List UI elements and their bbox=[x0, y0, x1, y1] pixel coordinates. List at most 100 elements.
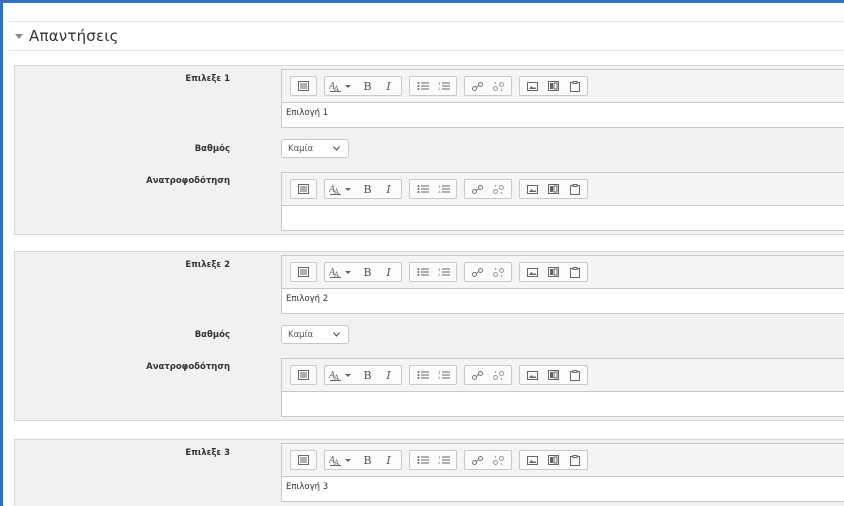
link-icon[interactable] bbox=[467, 180, 488, 198]
media-icon[interactable] bbox=[543, 263, 564, 281]
font-style-icon[interactable]: AA bbox=[327, 451, 357, 469]
unordered-list-icon[interactable] bbox=[412, 451, 433, 469]
answer-text: Επιλογή 1 bbox=[286, 108, 329, 118]
unordered-list-icon[interactable] bbox=[412, 180, 433, 198]
media-icon[interactable] bbox=[543, 180, 564, 198]
answer-editor[interactable]: AA B I 12 Επιλογή 1 bbox=[281, 69, 844, 128]
bold-button[interactable]: B bbox=[357, 263, 378, 281]
link-icon[interactable] bbox=[467, 451, 488, 469]
editor-toolbar: AA B I 12 bbox=[282, 359, 844, 391]
manage-files-icon[interactable] bbox=[564, 366, 585, 384]
bold-button[interactable]: B bbox=[357, 366, 378, 384]
feedback-label: Ανατροφοδότηση bbox=[146, 176, 230, 186]
media-icon[interactable] bbox=[543, 366, 564, 384]
italic-button[interactable]: I bbox=[378, 180, 399, 198]
media-icon[interactable] bbox=[543, 451, 564, 469]
svg-text:A: A bbox=[333, 374, 340, 381]
ordered-list-icon[interactable]: 12 bbox=[433, 263, 454, 281]
feedback-textarea[interactable] bbox=[282, 205, 844, 230]
bold-button[interactable]: B bbox=[357, 77, 378, 95]
bold-button[interactable]: B bbox=[357, 180, 378, 198]
grade-value: Καμία bbox=[288, 330, 314, 340]
answer-text: Επιλογή 2 bbox=[286, 294, 329, 304]
ordered-list-icon[interactable]: 12 bbox=[433, 451, 454, 469]
unlink-icon[interactable] bbox=[488, 263, 509, 281]
chevron-down-icon bbox=[333, 146, 340, 151]
media-icon[interactable] bbox=[543, 77, 564, 95]
toolbar-toggle-icon[interactable] bbox=[293, 180, 314, 198]
italic-button[interactable]: I bbox=[378, 451, 399, 469]
editor-toolbar: AA B I 12 bbox=[282, 70, 844, 102]
italic-button[interactable]: I bbox=[378, 366, 399, 384]
manage-files-icon[interactable] bbox=[564, 263, 585, 281]
answer-editor[interactable]: AA B I 12 Επιλογή 3 bbox=[281, 443, 844, 502]
italic-button[interactable]: I bbox=[378, 77, 399, 95]
editor-toolbar: AA B I 12 bbox=[282, 256, 844, 288]
unordered-list-icon[interactable] bbox=[412, 263, 433, 281]
link-icon[interactable] bbox=[467, 263, 488, 281]
choice-label: Επιλεξε 3 bbox=[185, 448, 230, 458]
font-style-icon[interactable]: AA bbox=[327, 263, 357, 281]
italic-button[interactable]: I bbox=[378, 263, 399, 281]
unlink-icon[interactable] bbox=[488, 180, 509, 198]
bold-button[interactable]: B bbox=[357, 451, 378, 469]
unlink-icon[interactable] bbox=[488, 451, 509, 469]
svg-text:2: 2 bbox=[438, 460, 441, 465]
editor-toolbar: AA B I 12 bbox=[282, 444, 844, 476]
svg-text:2: 2 bbox=[438, 86, 441, 91]
chevron-down-icon bbox=[333, 332, 340, 337]
manage-files-icon[interactable] bbox=[564, 180, 585, 198]
link-icon[interactable] bbox=[467, 366, 488, 384]
feedback-editor[interactable]: AA B I 12 bbox=[281, 172, 844, 231]
unordered-list-icon[interactable] bbox=[412, 366, 433, 384]
choice-label: Επιλεξε 2 bbox=[185, 260, 230, 270]
svg-text:A: A bbox=[333, 85, 340, 92]
answers-section-header[interactable]: Απαντήσεις bbox=[9, 21, 844, 51]
toolbar-toggle-icon[interactable] bbox=[293, 77, 314, 95]
answer-textarea[interactable]: Επιλογή 2 bbox=[282, 288, 844, 313]
link-icon[interactable] bbox=[467, 77, 488, 95]
answer-editor[interactable]: AA B I 12 Επιλογή 2 bbox=[281, 255, 844, 314]
grade-select[interactable]: Καμία bbox=[281, 325, 349, 344]
image-icon[interactable] bbox=[522, 77, 543, 95]
editor-toolbar: AA B I 12 bbox=[282, 173, 844, 205]
ordered-list-icon[interactable]: 12 bbox=[433, 180, 454, 198]
manage-files-icon[interactable] bbox=[564, 451, 585, 469]
image-icon[interactable] bbox=[522, 180, 543, 198]
grade-select[interactable]: Καμία bbox=[281, 139, 349, 158]
grade-value: Καμία bbox=[288, 144, 314, 154]
feedback-textarea[interactable] bbox=[282, 391, 844, 416]
section-title: Απαντήσεις bbox=[29, 27, 119, 45]
ordered-list-icon[interactable]: 12 bbox=[433, 77, 454, 95]
feedback-label: Ανατροφοδότηση bbox=[146, 362, 230, 372]
grade-label: Βαθμός bbox=[194, 330, 230, 340]
font-style-icon[interactable]: AA bbox=[327, 366, 357, 384]
unlink-icon[interactable] bbox=[488, 77, 509, 95]
unordered-list-icon[interactable] bbox=[412, 77, 433, 95]
svg-text:2: 2 bbox=[438, 272, 441, 277]
font-style-icon[interactable]: AA bbox=[327, 77, 357, 95]
unlink-icon[interactable] bbox=[488, 366, 509, 384]
font-style-icon[interactable]: AA bbox=[327, 180, 357, 198]
answer-textarea[interactable]: Επιλογή 1 bbox=[282, 102, 844, 127]
feedback-editor[interactable]: AA B I 12 bbox=[281, 358, 844, 417]
answer-textarea[interactable]: Επιλογή 3 bbox=[282, 476, 844, 501]
svg-text:A: A bbox=[333, 271, 340, 278]
ordered-list-icon[interactable]: 12 bbox=[433, 366, 454, 384]
image-icon[interactable] bbox=[522, 263, 543, 281]
image-icon[interactable] bbox=[522, 451, 543, 469]
answer-text: Επιλογή 3 bbox=[286, 482, 329, 492]
manage-files-icon[interactable] bbox=[564, 77, 585, 95]
image-icon[interactable] bbox=[522, 366, 543, 384]
svg-text:A: A bbox=[333, 188, 340, 195]
toolbar-toggle-icon[interactable] bbox=[293, 451, 314, 469]
choice-block-3: Επιλεξε 3 AA B I 12 Επιλογή 3 bbox=[14, 439, 844, 506]
grade-label: Βαθμός bbox=[194, 144, 230, 154]
svg-text:2: 2 bbox=[438, 375, 441, 380]
collapse-caret-icon[interactable] bbox=[15, 33, 23, 39]
choice-block-1: Επιλεξε 1 AA B I 12 Επιλογή 1 Βαθμός Καμ… bbox=[14, 65, 844, 235]
toolbar-toggle-icon[interactable] bbox=[293, 263, 314, 281]
choice-block-2: Επιλεξε 2 AA B I 12 Επιλογή 2 Βαθμός Καμ… bbox=[14, 251, 844, 421]
choice-label: Επιλεξε 1 bbox=[185, 74, 230, 84]
toolbar-toggle-icon[interactable] bbox=[293, 366, 314, 384]
